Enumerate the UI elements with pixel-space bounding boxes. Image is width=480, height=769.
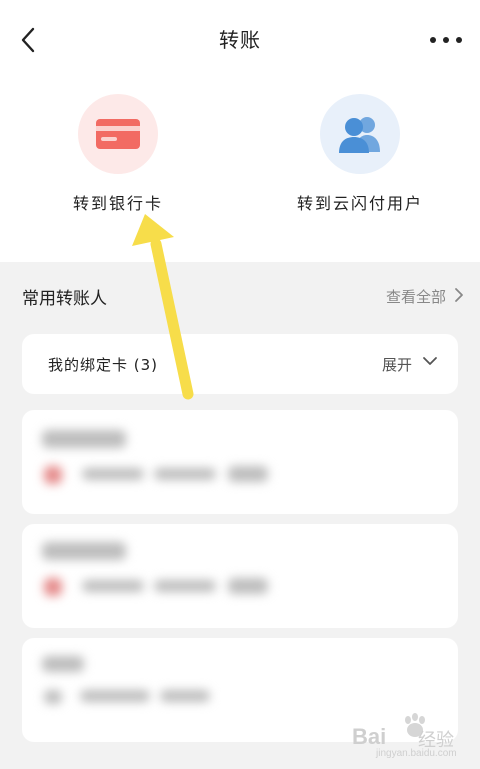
blurred-detail xyxy=(82,580,144,592)
blurred-payee-card[interactable] xyxy=(22,410,458,514)
bank-card-icon-circle xyxy=(78,94,158,174)
view-all-link[interactable]: 查看全部 xyxy=(386,286,446,307)
blurred-detail xyxy=(228,578,268,594)
more-button[interactable] xyxy=(426,26,466,54)
users-icon-circle xyxy=(320,94,400,174)
transfer-to-bank-card-button[interactable]: 转到银行卡 xyxy=(8,94,228,214)
baidu-jingyan-watermark: Bai 经验 jingyan.baidu.com xyxy=(348,712,468,760)
users-icon xyxy=(339,117,380,153)
transfer-to-unionpay-user-label: 转到云闪付用户 xyxy=(296,194,423,213)
watermark-url: jingyan.baidu.com xyxy=(376,748,457,759)
more-icon xyxy=(430,37,462,43)
blurred-name xyxy=(42,542,126,560)
bank-card-icon xyxy=(96,119,140,149)
blurred-bank-icon xyxy=(44,466,62,484)
watermark-brand: Bai xyxy=(352,724,387,749)
frequent-payees-header: 常用转账人 查看全部 xyxy=(22,284,463,310)
blurred-name xyxy=(42,430,126,448)
blurred-bank-icon xyxy=(44,578,62,596)
page-title: 转账 xyxy=(219,28,261,52)
bound-cards-row[interactable]: 我的绑定卡 (3) 展开 xyxy=(22,334,458,394)
expand-button[interactable]: 展开 xyxy=(382,354,412,375)
transfer-to-bank-card-label: 转到银行卡 xyxy=(72,194,163,213)
blurred-detail xyxy=(228,466,268,482)
blurred-name xyxy=(42,656,84,672)
bound-cards-label: 我的绑定卡 (3) xyxy=(48,356,159,374)
chevron-right-icon xyxy=(455,288,463,302)
chevron-down-icon xyxy=(423,357,437,365)
blurred-payee-card[interactable] xyxy=(22,524,458,628)
blurred-detail xyxy=(82,468,144,480)
blurred-detail xyxy=(80,690,150,702)
blurred-detail xyxy=(160,690,210,702)
section-title: 常用转账人 xyxy=(22,289,107,309)
top-panel: 转账 转到银行卡 转到云闪付用户 xyxy=(0,0,480,262)
blurred-detail xyxy=(154,468,216,480)
transfer-to-unionpay-user-button[interactable]: 转到云闪付用户 xyxy=(250,94,470,214)
blurred-bank-icon xyxy=(44,690,62,704)
blurred-detail xyxy=(154,580,216,592)
